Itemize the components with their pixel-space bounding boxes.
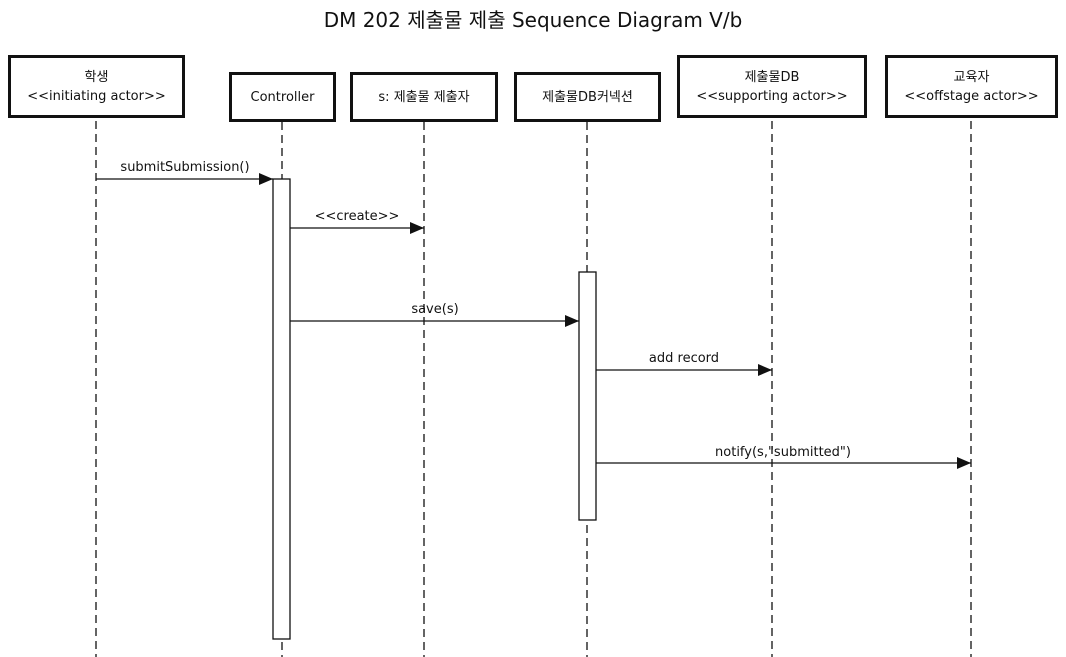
message-create[interactable]: <<create>> <box>290 209 424 234</box>
lifelines <box>95 121 972 657</box>
message-save[interactable]: save(s) <box>290 302 579 327</box>
activation-db-connection <box>578 271 597 521</box>
message-notify[interactable]: notify(s,"submitted") <box>596 445 971 469</box>
message-submit[interactable]: submitSubmission() <box>96 160 273 185</box>
message-add-record[interactable]: add record <box>596 351 772 376</box>
sequence-diagram-canvas: submitSubmission() <<create>> save(s) ad… <box>95 121 972 657</box>
message-label: notify(s,"submitted") <box>715 445 851 460</box>
message-label: add record <box>649 351 719 366</box>
message-label: save(s) <box>411 302 458 317</box>
activation-controller <box>272 178 291 640</box>
message-label: submitSubmission() <box>120 160 249 175</box>
message-label: <<create>> <box>315 209 400 224</box>
